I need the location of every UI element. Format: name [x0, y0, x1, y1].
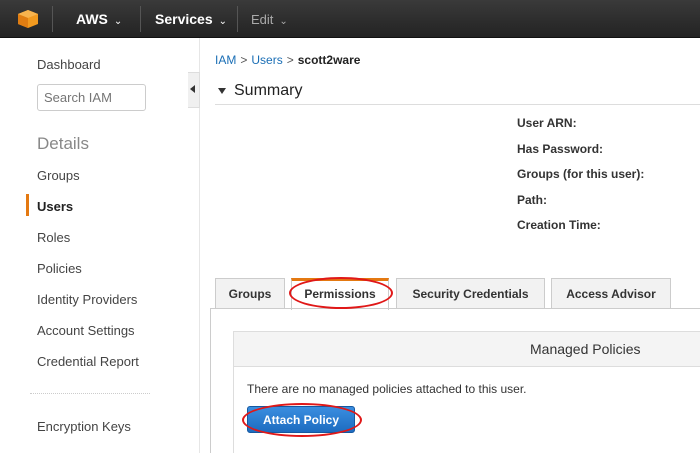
- sidebar-item-groups[interactable]: Groups: [37, 168, 80, 183]
- sidebar-heading-details: Details: [37, 134, 89, 153]
- breadcrumb-iam-link[interactable]: IAM: [215, 53, 236, 67]
- field-label-groups: Groups (for this user):: [517, 167, 645, 181]
- nav-divider: [52, 6, 53, 32]
- sidebar-divider: [30, 393, 150, 394]
- nav-divider: [140, 6, 141, 32]
- managed-policies-header: Managed Policies: [233, 331, 700, 367]
- edit-menu[interactable]: Edit ⌄: [251, 12, 288, 27]
- breadcrumb-users-link[interactable]: Users: [251, 53, 282, 67]
- chevron-down-icon: ⌄: [218, 16, 227, 27]
- sidebar-item-identity-providers[interactable]: Identity Providers: [37, 292, 137, 307]
- aws-menu-label: AWS: [76, 11, 108, 27]
- chevron-down-icon: ⌄: [279, 16, 288, 27]
- sidebar-item-users[interactable]: Users: [37, 199, 73, 214]
- collapse-arrow-icon: [190, 85, 195, 93]
- services-menu-label: Services: [155, 11, 213, 27]
- summary-title: Summary: [234, 82, 303, 99]
- sidebar-item-account-settings[interactable]: Account Settings: [37, 323, 135, 338]
- annotation-ellipse-attach-policy: [242, 403, 362, 437]
- breadcrumb: IAM > Users > scott2ware: [215, 53, 360, 67]
- tab-access-advisor[interactable]: Access Advisor: [551, 278, 671, 309]
- services-menu[interactable]: Services ⌄: [155, 11, 227, 27]
- active-indicator: [26, 194, 29, 216]
- managed-policies-empty-text: There are no managed policies attached t…: [247, 382, 527, 396]
- sidebar-item-encryption-keys[interactable]: Encryption Keys: [37, 419, 131, 434]
- breadcrumb-current-user: scott2ware: [297, 53, 361, 67]
- sidebar-collapse-toggle[interactable]: [188, 72, 200, 108]
- sidebar-item-policies[interactable]: Policies: [37, 261, 82, 276]
- nav-divider: [237, 6, 238, 32]
- tab-panel-border: [210, 308, 211, 453]
- tabs-divider: [210, 308, 700, 309]
- edit-menu-label: Edit: [251, 12, 274, 27]
- field-label-user-arn: User ARN:: [517, 116, 577, 130]
- summary-divider: [215, 104, 700, 105]
- field-label-creation-time: Creation Time:: [517, 218, 601, 232]
- field-label-has-password: Has Password:: [517, 142, 604, 156]
- breadcrumb-separator: >: [240, 53, 248, 67]
- managed-policies-title: Managed Policies: [530, 341, 641, 357]
- sidebar: Dashboard Details Groups Users Roles Pol…: [0, 38, 190, 453]
- sidebar-item-credential-report[interactable]: Credential Report: [37, 354, 139, 369]
- aws-account-menu[interactable]: AWS ⌄: [76, 11, 122, 27]
- field-label-path: Path:: [517, 193, 547, 207]
- chevron-down-icon: ⌄: [113, 16, 123, 27]
- annotation-ellipse-permissions: [289, 277, 393, 309]
- aws-cube-icon[interactable]: [18, 10, 38, 28]
- search-input[interactable]: [37, 84, 146, 111]
- sidebar-item-dashboard[interactable]: Dashboard: [37, 57, 101, 72]
- summary-toggle[interactable]: Summary: [218, 82, 302, 100]
- tab-security-credentials[interactable]: Security Credentials: [396, 278, 545, 309]
- caret-down-icon: [218, 87, 226, 94]
- sidebar-item-roles[interactable]: Roles: [37, 230, 70, 245]
- tab-groups[interactable]: Groups: [215, 278, 285, 309]
- top-nav-bar: AWS ⌄ Services ⌄ Edit ⌄: [0, 0, 700, 38]
- breadcrumb-separator: >: [286, 53, 294, 67]
